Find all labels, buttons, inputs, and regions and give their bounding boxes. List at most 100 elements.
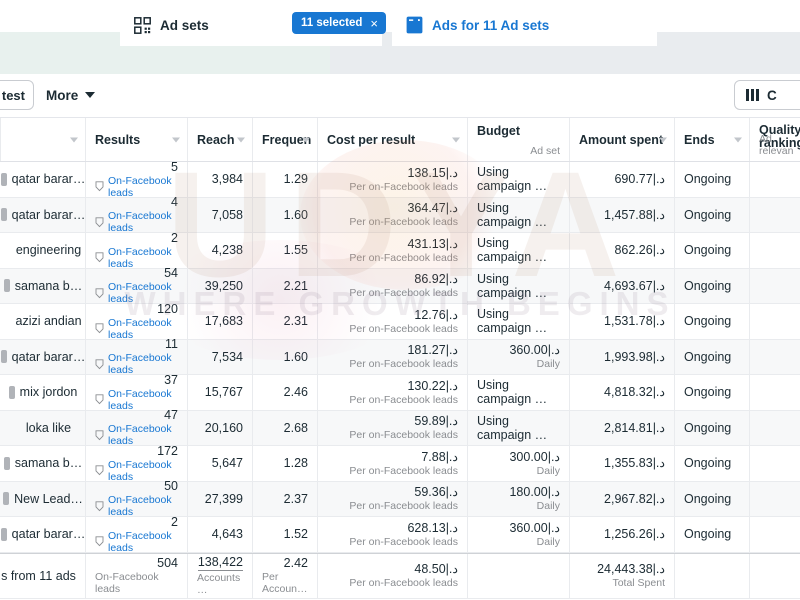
ad-status-toggle[interactable] xyxy=(5,244,11,257)
row-results-sub[interactable]: On-Facebook leads xyxy=(95,530,178,554)
ad-status-toggle[interactable] xyxy=(0,350,7,364)
ad-status-toggle[interactable] xyxy=(3,456,10,470)
table-row[interactable]: qatar barar… 2 On-Facebook leads 4,643 1.52 6… xyxy=(0,515,800,554)
row-cost-cell: 59.36|.د Per on-Facebook leads xyxy=(317,481,467,516)
row-cost-cell: 12.76|.د Per on-Facebook leads xyxy=(317,304,467,339)
tab-ads-for-ad-sets[interactable]: Ads for 11 Ad sets xyxy=(392,4,657,46)
row-budget-cell[interactable]: Using campaign … xyxy=(467,197,569,232)
row-frequency-value: 1.60 xyxy=(283,207,308,222)
row-name-cell[interactable]: qatar barar… xyxy=(0,162,85,197)
table-row[interactable]: engineering 2 On-Facebook leads 4,238 1.55 43… xyxy=(0,231,800,270)
row-name-cell[interactable]: samana b… xyxy=(0,446,85,481)
row-name-cell[interactable]: qatar barar… xyxy=(0,340,85,375)
row-reach-value: 4,643 xyxy=(211,527,243,542)
row-name-cell[interactable]: mix jordon xyxy=(0,375,85,410)
column-header-cost-per-result[interactable]: Cost per result xyxy=(317,118,467,161)
row-quality-cell xyxy=(749,446,800,481)
sort-caret-icon[interactable] xyxy=(734,137,742,142)
more-button[interactable]: More xyxy=(46,82,96,108)
row-budget-cell[interactable]: Using campaign … xyxy=(467,268,569,303)
table-row[interactable]: qatar barar… 11 On-Facebook leads 7,534 1.60… xyxy=(0,337,800,376)
column-header-frequency[interactable]: Frequen xyxy=(252,118,317,161)
row-reach-cell: 27,399 xyxy=(187,481,252,516)
sort-caret-icon[interactable] xyxy=(302,137,310,142)
ad-status-toggle[interactable] xyxy=(3,279,10,293)
row-results-sub[interactable]: On-Facebook leads xyxy=(95,175,178,199)
summary-results-cell: 504 On-Facebook leads xyxy=(85,553,187,598)
lead-form-icon xyxy=(95,323,104,334)
row-budget-cell[interactable]: Using campaign … xyxy=(467,375,569,410)
ad-status-toggle[interactable] xyxy=(8,385,15,399)
columns-button[interactable]: C xyxy=(734,80,800,110)
sort-caret-icon[interactable] xyxy=(70,137,78,142)
row-results-sub[interactable]: On-Facebook leads xyxy=(95,210,178,234)
column-header-ends[interactable]: Ends xyxy=(674,118,749,161)
row-budget-cell[interactable]: Using campaign … xyxy=(467,233,569,268)
table-row[interactable]: azizi andian 120 On-Facebook leads 17,683 2.… xyxy=(0,302,800,341)
row-amount-spent-value: 2,967.82|.د xyxy=(604,491,665,506)
column-header-name[interactable] xyxy=(0,118,85,161)
column-header-results[interactable]: Results xyxy=(85,118,187,161)
sort-caret-icon[interactable] xyxy=(172,137,180,142)
row-frequency-value: 1.28 xyxy=(283,456,308,471)
row-budget-cell[interactable]: 360.00|.د Daily xyxy=(467,339,569,374)
row-budget-cell[interactable]: 300.00|.د Daily xyxy=(467,446,569,481)
row-budget-cell[interactable]: 360.00|.د Daily xyxy=(467,517,569,552)
table-row[interactable]: mix jordon 37 On-Facebook leads 15,767 2.46 1… xyxy=(0,373,800,412)
ad-status-toggle[interactable] xyxy=(3,492,10,506)
table-row[interactable]: qatar barar… 5 On-Facebook leads 3,984 1.29 1… xyxy=(0,159,800,199)
ads-table: Results Reach Frequen Cost per result Bu… xyxy=(0,118,800,599)
ad-status-toggle[interactable] xyxy=(0,527,7,541)
row-ends-value: Ongoing xyxy=(684,420,732,435)
row-name-cell[interactable]: qatar barar… xyxy=(0,517,85,552)
row-budget-cell[interactable]: Using campaign … xyxy=(467,304,569,339)
row-cost-sub: Per on-Facebook leads xyxy=(349,251,458,264)
row-cost-value: 7.88|.د xyxy=(421,449,458,464)
table-row[interactable]: samana b… 54 On-Facebook leads 39,250 2.21 86… xyxy=(0,266,800,305)
column-header-reach[interactable]: Reach xyxy=(187,118,252,161)
column-header-amount-spent[interactable]: Amount spent xyxy=(569,118,674,161)
tab-ad-sets-label: Ad sets xyxy=(160,17,209,33)
ad-status-toggle[interactable] xyxy=(15,421,21,434)
row-name-label: engineering xyxy=(15,243,82,258)
row-results-value: 5 xyxy=(171,159,178,174)
ad-status-toggle[interactable] xyxy=(0,172,7,186)
sort-caret-icon[interactable] xyxy=(237,137,245,142)
row-name-cell[interactable]: New Lead… xyxy=(0,482,85,517)
table-row[interactable]: qatar barar… 4 On-Facebook leads 7,058 1.60 3… xyxy=(0,195,800,234)
row-budget-value: Using campaign … xyxy=(477,165,548,194)
selected-count-label: 11 selected xyxy=(301,17,363,29)
summary-frequency-cell: 2.42 Per Accoun… xyxy=(252,553,317,598)
sort-caret-icon[interactable] xyxy=(659,137,667,142)
sort-caret-icon[interactable] xyxy=(452,137,460,142)
row-amount-spent-cell: 862.26|.د xyxy=(569,233,674,268)
table-row[interactable]: New Lead… 50 On-Facebook leads 27,399 2.37 59… xyxy=(0,479,800,518)
row-results-sub[interactable]: On-Facebook leads xyxy=(95,494,178,518)
test-button[interactable]: test xyxy=(0,80,34,110)
row-budget-cell[interactable]: 180.00|.د Daily xyxy=(467,481,569,516)
row-frequency-value: 1.52 xyxy=(283,527,308,542)
lead-form-icon xyxy=(95,359,104,369)
selected-count-pill[interactable]: 11 selected × xyxy=(292,12,386,34)
ad-status-toggle[interactable] xyxy=(0,208,7,222)
row-budget-cell[interactable]: Using campaign … xyxy=(467,410,569,445)
row-cost-sub: Per on-Facebook leads xyxy=(349,287,458,300)
row-budget-cell[interactable]: Using campaign … xyxy=(467,162,569,197)
summary-ends-cell xyxy=(674,553,749,598)
table-row[interactable]: loka like 47 On-Facebook leads 20,160 2.68 59… xyxy=(0,408,800,447)
column-header-budget[interactable]: Budget Ad set xyxy=(467,118,569,161)
row-name-cell[interactable]: qatar barar… xyxy=(0,198,85,233)
row-name-cell[interactable]: azizi andian xyxy=(0,304,85,339)
row-budget-value: Using campaign … xyxy=(477,307,548,336)
row-name-cell[interactable]: loka like xyxy=(0,411,85,446)
row-name-label: mix jordon xyxy=(19,385,78,400)
column-header-quality-ranking[interactable]: Quality ranking Ad relevan xyxy=(749,118,800,161)
row-amount-spent-cell: 1,993.98|.د xyxy=(569,339,674,374)
table-row[interactable]: samana b… 172 On-Facebook leads 5,647 1.28 7.… xyxy=(0,444,800,483)
row-frequency-cell: 2.37 xyxy=(252,481,317,516)
row-name-cell[interactable]: samana b… xyxy=(0,269,85,304)
row-name-cell[interactable]: engineering xyxy=(0,233,85,268)
close-icon[interactable]: × xyxy=(370,17,378,30)
row-frequency-value: 2.31 xyxy=(283,314,308,329)
ad-status-toggle[interactable] xyxy=(5,315,11,328)
